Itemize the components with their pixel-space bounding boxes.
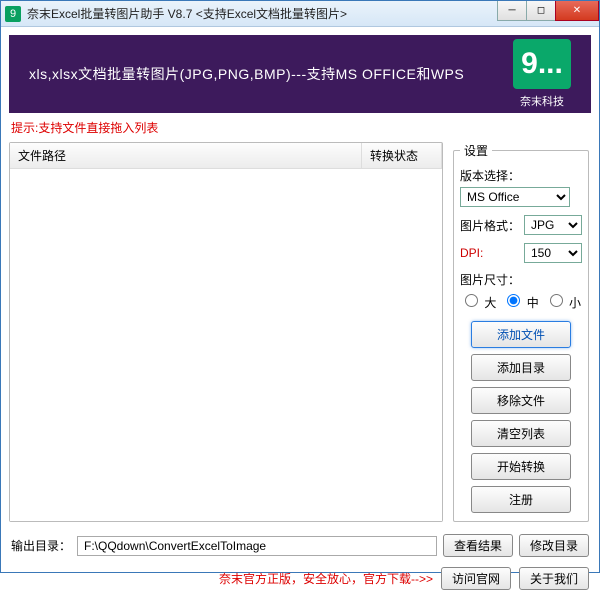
close-button[interactable]: ✕ [555, 1, 599, 21]
output-row: 输出目录： 查看结果 修改目录 [9, 530, 591, 561]
title-bar: 9 奈末Excel批量转图片助手 V8.7 <支持Excel文档批量转图片> ─… [1, 1, 599, 27]
maximize-button[interactable]: ◻ [526, 1, 556, 21]
view-result-button[interactable]: 查看结果 [443, 534, 513, 557]
settings-panel: 设置 版本选择： MS Office 图片格式： JPG DPI: 150 [453, 142, 589, 522]
format-label: 图片格式： [460, 217, 520, 234]
app-window: 9 奈末Excel批量转图片助手 V8.7 <支持Excel文档批量转图片> ─… [0, 0, 600, 573]
footer: 奈末官方正版，安全放心，官方下载-->> 访问官网 关于我们 [9, 561, 591, 590]
list-header: 文件路径 转换状态 [10, 143, 442, 169]
output-path-input[interactable] [77, 536, 437, 556]
modify-dir-button[interactable]: 修改目录 [519, 534, 589, 557]
about-us-button[interactable]: 关于我们 [519, 567, 589, 590]
size-radio-group: 大 中 小 [460, 291, 582, 311]
column-status[interactable]: 转换状态 [362, 143, 442, 168]
logo-icon: 9... [521, 47, 563, 81]
dpi-select[interactable]: 150 [524, 243, 582, 263]
version-select[interactable]: MS Office [460, 187, 570, 207]
file-list-panel: 文件路径 转换状态 [9, 142, 443, 522]
size-medium[interactable]: 中 [502, 291, 538, 311]
add-dir-button[interactable]: 添加目录 [471, 354, 571, 381]
window-title: 奈末Excel批量转图片助手 V8.7 <支持Excel文档批量转图片> [27, 5, 347, 22]
settings-legend: 设置 [460, 142, 492, 159]
clear-list-button[interactable]: 清空列表 [471, 420, 571, 447]
app-icon: 9 [5, 6, 21, 22]
start-convert-button[interactable]: 开始转换 [471, 453, 571, 480]
size-small[interactable]: 小 [545, 291, 581, 311]
size-label: 图片尺寸： [460, 271, 582, 288]
minimize-button[interactable]: ─ [497, 1, 527, 21]
add-file-button[interactable]: 添加文件 [471, 321, 571, 348]
file-list-body[interactable] [10, 169, 442, 521]
remove-file-button[interactable]: 移除文件 [471, 387, 571, 414]
banner: xls,xlsx文档批量转图片(JPG,PNG,BMP)---支持MS OFFI… [9, 35, 591, 113]
brand-logo: 9... 奈末科技 [513, 39, 571, 109]
version-label: 版本选择： [460, 167, 582, 184]
format-select[interactable]: JPG [524, 215, 582, 235]
dpi-label: DPI: [460, 246, 483, 260]
banner-text: xls,xlsx文档批量转图片(JPG,PNG,BMP)---支持MS OFFI… [29, 64, 464, 84]
visit-site-button[interactable]: 访问官网 [441, 567, 511, 590]
logo-label: 奈末科技 [513, 93, 571, 109]
size-large[interactable]: 大 [460, 291, 496, 311]
column-path[interactable]: 文件路径 [10, 143, 362, 168]
output-label: 输出目录： [11, 537, 71, 554]
register-button[interactable]: 注册 [471, 486, 571, 513]
drag-hint: 提示:支持文件直接拖入列表 [9, 113, 591, 142]
